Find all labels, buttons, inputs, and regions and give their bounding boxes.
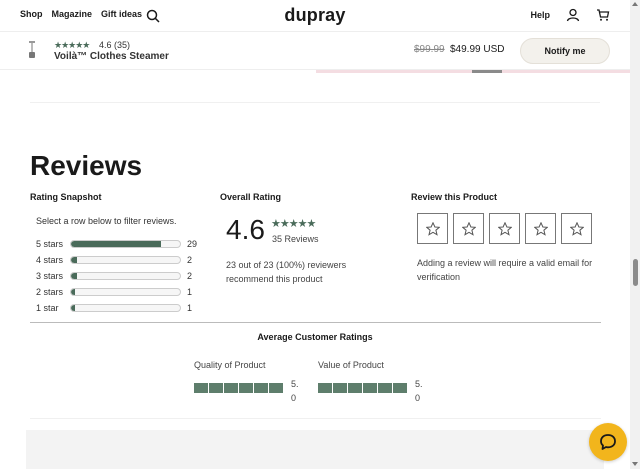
rating-filter-row[interactable]: 5 stars 29 <box>36 238 201 250</box>
product-image-detail <box>472 70 502 73</box>
next-section-block <box>26 430 604 469</box>
star-outline-icon <box>570 222 584 236</box>
product-thumbnail-icon <box>29 41 35 58</box>
recommend-text: 23 out of 23 (100%) reviewers recommend … <box>226 260 347 284</box>
rating-row-count: 2 <box>187 255 193 265</box>
rating-row-count: 1 <box>187 303 193 313</box>
averages-divider <box>30 322 601 323</box>
rating-row-track <box>70 256 181 264</box>
rating-row-track <box>70 304 181 312</box>
rating-row-track <box>70 288 181 296</box>
rating-row-label: 2 stars <box>36 287 64 297</box>
cart-icon[interactable] <box>596 8 610 22</box>
top-header: Shop Magazine Gift ideas dupray Help <box>0 0 640 32</box>
rating-row-label: 1 star <box>36 303 59 313</box>
scrollbar-thumb[interactable] <box>633 259 638 286</box>
section-divider <box>30 102 600 103</box>
rate-star-button[interactable] <box>525 213 556 244</box>
rating-snapshot-title: Rating Snapshot <box>30 192 102 202</box>
metric-label-quality: Quality of Product <box>194 360 266 370</box>
product-name: Voilà™ Clothes Steamer <box>54 51 169 62</box>
review-verification-note: Adding a review will require a valid ema… <box>417 258 593 282</box>
help-link[interactable]: Help <box>530 10 550 20</box>
rate-star-button[interactable] <box>561 213 592 244</box>
review-product-title: Review this Product <box>411 192 498 202</box>
rating-row-label: 5 stars <box>36 239 64 249</box>
filter-hint: Select a row below to filter reviews. <box>36 216 177 226</box>
rating-row-count: 29 <box>187 239 198 249</box>
rating-row-track <box>70 240 181 248</box>
rate-star-button[interactable] <box>453 213 484 244</box>
overall-rating-title: Overall Rating <box>220 192 282 202</box>
original-price: $99.99 <box>414 44 445 55</box>
rating-row-count: 2 <box>187 271 193 281</box>
account-icon[interactable] <box>566 8 580 22</box>
star-outline-icon <box>426 222 440 236</box>
rating-filter-row[interactable]: 3 stars 2 <box>36 270 201 282</box>
scroll-up-arrow[interactable] <box>632 2 638 6</box>
rating-row-track <box>70 272 181 280</box>
metric-bar-quality <box>194 383 283 393</box>
rating-filter-row[interactable]: 1 star 1 <box>36 302 201 314</box>
product-rating-text[interactable]: 4.6 (35) <box>99 40 130 50</box>
bottom-divider <box>30 418 601 419</box>
star-outline-icon <box>462 222 476 236</box>
overall-stars: ★★★★★ <box>271 218 316 230</box>
chat-icon <box>600 434 616 450</box>
rating-row-fill <box>71 289 75 295</box>
rating-row-fill <box>71 241 162 247</box>
rating-row-label: 4 stars <box>36 255 64 265</box>
average-ratings-title: Average Customer Ratings <box>257 332 373 342</box>
rating-row-count: 1 <box>187 287 193 297</box>
rate-star-button[interactable] <box>489 213 520 244</box>
rating-filter-row[interactable]: 2 stars 1 <box>36 286 201 298</box>
reviews-heading: Reviews <box>30 150 143 181</box>
sticky-product-bar: ★★★★★ 4.6 (35) Voilà™ Clothes Steamer $9… <box>0 32 630 70</box>
rating-row-fill <box>71 273 78 279</box>
metric-label-value: Value of Product <box>318 360 384 370</box>
rating-row-fill <box>71 305 75 311</box>
page-scrollbar[interactable] <box>630 0 640 469</box>
rating-filter-row[interactable]: 4 stars 2 <box>36 254 201 266</box>
scroll-down-arrow[interactable] <box>632 462 638 466</box>
metric-bar-value <box>318 383 407 393</box>
product-stars: ★★★★★ <box>54 40 90 50</box>
chat-button[interactable] <box>589 423 627 461</box>
metric-value-quality: 5.0 <box>291 379 299 403</box>
rating-row-label: 3 stars <box>36 271 64 281</box>
overall-rating-value: 4.6 <box>226 214 265 245</box>
sale-price: $49.99 USD <box>450 44 505 55</box>
notify-me-button[interactable]: Notify me <box>520 38 610 64</box>
rating-row-fill <box>71 257 78 263</box>
star-outline-icon <box>498 222 512 236</box>
rate-star-button[interactable] <box>417 213 448 244</box>
review-count[interactable]: 35 Reviews <box>272 234 319 244</box>
star-outline-icon <box>534 222 548 236</box>
metric-value-value: 5.0 <box>415 379 423 403</box>
header-actions: Help <box>530 8 610 22</box>
